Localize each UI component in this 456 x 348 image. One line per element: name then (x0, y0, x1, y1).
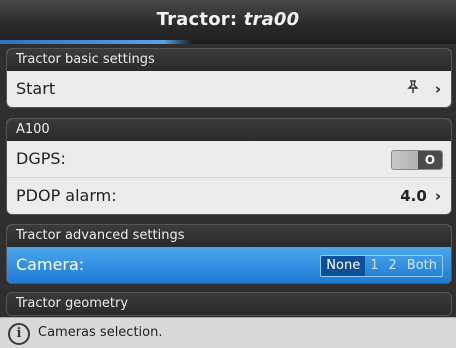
title-bar: Tractor: tra00 (0, 0, 456, 40)
section-header-basic: Tractor basic settings (7, 49, 451, 71)
tractor-name: tra00 (243, 9, 300, 30)
settings-list: Tractor basic settings Start › A100 DGPS… (0, 44, 456, 317)
section-a100: A100 DGPS: O PDOP alarm: 4.0 › (6, 118, 452, 215)
camera-label: Camera: (16, 255, 85, 274)
dgps-toggle-knob: O (418, 151, 442, 169)
dgps-toggle[interactable]: O (391, 150, 443, 170)
start-row[interactable]: Start › (7, 71, 451, 107)
section-geometry[interactable]: Tractor geometry (6, 292, 452, 316)
pdop-alarm-value: 4.0 (400, 187, 427, 205)
info-icon: i (8, 323, 30, 345)
section-basic-settings: Tractor basic settings Start › (6, 48, 452, 108)
section-header-advanced: Tractor advanced settings (7, 225, 451, 247)
pdop-alarm-label: PDOP alarm: (16, 186, 117, 205)
camera-row[interactable]: Camera: None 1 2 Both (7, 247, 451, 283)
title-prefix: Tractor: (156, 9, 244, 30)
section-header-geometry: Tractor geometry (7, 293, 451, 315)
chevron-right-icon: › (434, 80, 441, 98)
camera-selector[interactable]: None 1 2 Both (320, 255, 443, 277)
camera-option-1[interactable]: 1 (365, 256, 383, 276)
dgps-row: DGPS: O (7, 141, 451, 177)
chevron-right-icon: › (434, 187, 441, 205)
pdop-alarm-row[interactable]: PDOP alarm: 4.0 › (7, 177, 451, 214)
status-text: Cameras selection. (38, 325, 163, 340)
camera-option-2[interactable]: 2 (384, 256, 402, 276)
dgps-label: DGPS: (16, 149, 66, 168)
status-bar: i Cameras selection. (0, 317, 456, 348)
camera-option-both[interactable]: Both (402, 256, 442, 276)
pin-icon (406, 80, 425, 98)
camera-option-none[interactable]: None (321, 256, 366, 276)
section-advanced-settings: Tractor advanced settings Camera: None 1… (6, 224, 452, 284)
section-header-a100: A100 (7, 119, 451, 141)
start-label: Start (16, 79, 56, 98)
